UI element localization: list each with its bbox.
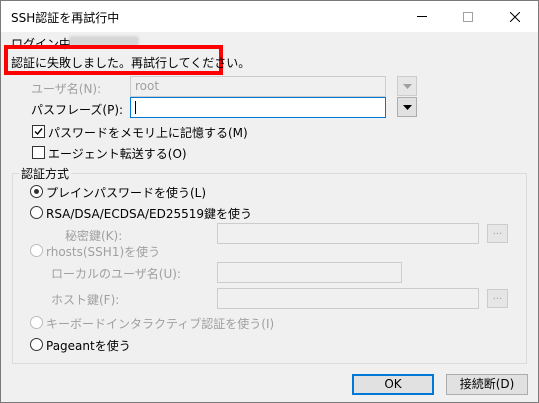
- private-key-browse-button: ...: [487, 224, 508, 243]
- checkmark-icon: [34, 128, 43, 136]
- title-bar: SSH認証を再試行中: [1, 1, 538, 32]
- host-key-field: [217, 288, 479, 309]
- keyboard-interactive-label: キーボードインタラクティブ認証を使う(I): [46, 317, 275, 331]
- username-label: ユーザ名(N):: [31, 82, 102, 96]
- ok-button[interactable]: OK: [352, 374, 434, 395]
- close-icon: [510, 11, 520, 22]
- username-dropdown-button: [397, 76, 417, 96]
- minimize-button[interactable]: [399, 1, 445, 32]
- local-user-field: [217, 262, 402, 283]
- agent-forwarding-checkbox[interactable]: [32, 146, 45, 159]
- auth-method-group-label: 認証方式: [19, 165, 72, 182]
- text-cursor: [135, 101, 136, 114]
- local-user-label: ローカルのユーザ名(U):: [51, 267, 181, 281]
- pageant-radio[interactable]: [30, 338, 43, 351]
- plain-password-label[interactable]: プレインパスワードを使う(L): [46, 184, 206, 201]
- disconnect-button[interactable]: 接続断(D): [446, 374, 528, 395]
- username-value: root: [135, 79, 160, 93]
- passphrase-field[interactable]: [130, 97, 386, 118]
- host-key-label: ホスト鍵(F):: [51, 293, 120, 307]
- keyboard-interactive-radio: [30, 316, 43, 329]
- close-button[interactable]: [492, 1, 538, 32]
- window-title: SSH認証を再試行中: [11, 11, 120, 25]
- agent-forwarding-label[interactable]: エージェント転送する(O): [48, 145, 187, 162]
- maximize-button[interactable]: [445, 1, 491, 32]
- private-key-label: 秘密鍵(K):: [65, 229, 123, 243]
- remember-password-checkbox[interactable]: [32, 125, 45, 138]
- pageant-label[interactable]: Pageantを使う: [46, 337, 131, 354]
- passphrase-dropdown-button[interactable]: [397, 97, 417, 117]
- rhosts-label: rhosts(SSH1)を使う: [46, 245, 161, 259]
- auth-error-message: 認証に失敗しました。再試行してください。: [11, 56, 251, 70]
- key-file-label[interactable]: RSA/DSA/ECDSA/ED25519鍵を使う: [46, 205, 252, 222]
- ssh-auth-dialog: SSH認証を再試行中 ログイン中: 認証に失敗しました。再試行してください。 ユ…: [0, 0, 539, 403]
- host-key-browse-button: ...: [487, 289, 508, 308]
- passphrase-label: パスフレーズ(P):: [31, 103, 124, 117]
- rhosts-radio: [30, 244, 43, 257]
- maximize-icon: [463, 11, 473, 22]
- remember-password-label[interactable]: パスワードをメモリ上に記憶する(M): [48, 124, 248, 141]
- key-file-radio[interactable]: [30, 206, 43, 219]
- plain-password-radio[interactable]: [30, 185, 43, 198]
- chevron-down-icon: [402, 83, 412, 89]
- chevron-down-icon: [402, 104, 412, 110]
- username-field: root: [130, 76, 386, 97]
- private-key-field: [217, 223, 479, 244]
- minimize-icon: [417, 16, 427, 17]
